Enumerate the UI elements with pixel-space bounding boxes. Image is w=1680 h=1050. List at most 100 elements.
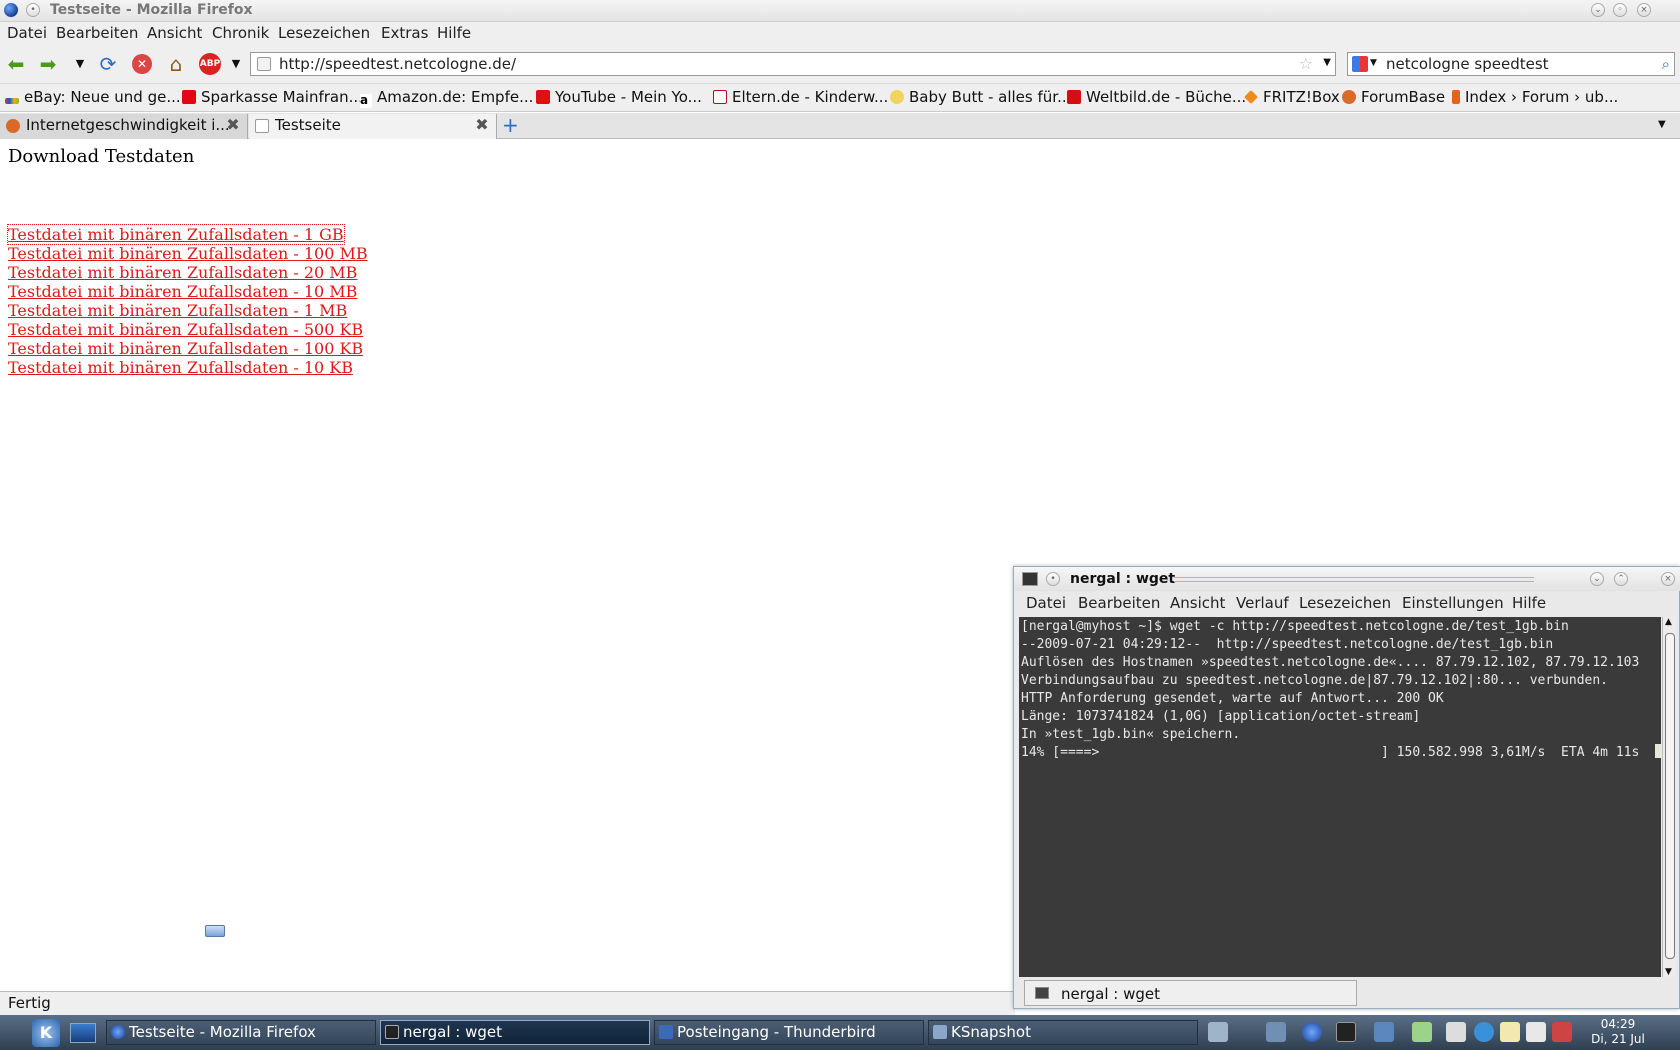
link-100mb[interactable]: Testdatei mit binären Zufallsdaten - 100… xyxy=(8,244,368,263)
notes-icon[interactable] xyxy=(1500,1022,1520,1042)
maximize-icon[interactable]: ⌃ xyxy=(1614,572,1628,586)
bookmark-youtube[interactable]: YouTube - Mein Yo... xyxy=(536,88,702,106)
bookmark-amazon[interactable]: a Amazon.de: Empfe... xyxy=(360,88,533,108)
bookmark-label: YouTube - Mein Yo... xyxy=(555,88,702,106)
tab-list-icon[interactable]: ▼ xyxy=(1658,119,1666,130)
bookmark-ebay[interactable]: eBay: Neue und ge... xyxy=(5,88,181,106)
menu-extras[interactable]: Extras xyxy=(381,24,428,42)
url-text[interactable]: http://speedtest.netcologne.de/ xyxy=(279,55,516,73)
stop-button[interactable]: ✕ xyxy=(130,52,154,76)
terminal-launcher-icon[interactable] xyxy=(1336,1022,1356,1042)
link-20mb[interactable]: Testdatei mit binären Zufallsdaten - 20 … xyxy=(8,263,357,282)
forward-button[interactable]: ➡ xyxy=(36,52,60,76)
terminal-scrollbar[interactable]: ▲ ▼ xyxy=(1662,617,1676,977)
close-icon[interactable]: × xyxy=(1637,3,1651,17)
monitor-icon[interactable] xyxy=(1552,1022,1572,1042)
tab-internetgeschwindigkeit[interactable]: Internetgeschwindigkeit i... ✖ xyxy=(0,114,248,139)
mail-icon[interactable] xyxy=(1266,1022,1286,1042)
terminal-line: --2009-07-21 04:29:12-- http://speedtest… xyxy=(1021,637,1554,652)
desktop-pager-icon[interactable] xyxy=(1208,1022,1228,1042)
sparkasse-icon xyxy=(182,90,196,104)
terminal-output[interactable]: [nergal@myhost ~]$ wget -c http://speedt… xyxy=(1019,617,1661,977)
konsole-menu-bearbeiten[interactable]: Bearbeiten xyxy=(1078,594,1160,612)
konsole-menu-datei[interactable]: Datei xyxy=(1026,594,1066,612)
adblock-dropdown-button[interactable]: ▼ xyxy=(224,52,248,76)
desktop-drive-icon[interactable] xyxy=(205,925,225,937)
konsole-menu-ansicht[interactable]: Ansicht xyxy=(1170,594,1225,612)
link-10mb[interactable]: Testdatei mit binären Zufallsdaten - 10 … xyxy=(8,282,357,301)
konsole-session-tab[interactable]: nergal : wget xyxy=(1024,980,1357,1006)
search-bar[interactable]: ▼ netcologne speedtest ⌕ xyxy=(1347,52,1675,76)
scroll-up-icon[interactable]: ▲ xyxy=(1665,617,1672,627)
search-engine-dropdown-icon[interactable]: ▼ xyxy=(1370,58,1377,68)
search-icon[interactable]: ⌕ xyxy=(1662,55,1670,73)
konsole-menu-hilfe[interactable]: Hilfe xyxy=(1512,594,1546,612)
bookmarks-toolbar: eBay: Neue und ge... Sparkasse Mainfran.… xyxy=(0,84,1680,112)
link-100kb[interactable]: Testdatei mit binären Zufallsdaten - 100… xyxy=(8,339,363,358)
bookmark-fritzbox[interactable]: FRITZ!Box xyxy=(1244,88,1340,106)
close-icon[interactable]: × xyxy=(1661,572,1675,586)
history-dropdown-button[interactable]: ▼ xyxy=(68,52,92,76)
home-button[interactable]: ⌂ xyxy=(164,52,188,76)
reload-button[interactable]: ⟳ xyxy=(96,52,120,76)
firefox-launcher-icon[interactable] xyxy=(1302,1022,1322,1042)
task-label: nergal : wget xyxy=(403,1023,503,1041)
tab-close-icon[interactable]: ✖ xyxy=(474,117,490,133)
bookmark-babybutt[interactable]: Baby Butt - alles für... xyxy=(890,88,1071,106)
menu-lesezeichen[interactable]: Lesezeichen xyxy=(278,24,370,42)
site-identity-icon[interactable] xyxy=(257,57,271,71)
url-dropdown-icon[interactable]: ▼ xyxy=(1323,57,1331,68)
google-search-engine-icon[interactable] xyxy=(1352,56,1368,72)
maximize-icon[interactable]: ◦ xyxy=(1613,3,1627,17)
window-menu-icon[interactable]: • xyxy=(1046,572,1060,586)
network-icon[interactable] xyxy=(1374,1022,1394,1042)
clipboard-icon[interactable] xyxy=(1412,1022,1432,1042)
menu-datei[interactable]: Datei xyxy=(7,24,47,42)
adblock-button[interactable]: ABP xyxy=(198,52,222,76)
task-ksnapshot[interactable]: KSnapshot xyxy=(928,1020,1198,1045)
menu-bearbeiten[interactable]: Bearbeiten xyxy=(56,24,138,42)
show-desktop-icon[interactable] xyxy=(70,1023,96,1043)
eltern-icon xyxy=(713,90,727,104)
terminal-line: HTTP Anforderung gesendet, warte auf Ant… xyxy=(1021,691,1444,706)
update-icon[interactable] xyxy=(1474,1022,1494,1042)
scrollbar-thumb[interactable] xyxy=(1665,633,1675,959)
window-menu-icon[interactable]: • xyxy=(26,3,40,17)
task-firefox[interactable]: Testseite - Mozilla Firefox xyxy=(106,1020,376,1045)
bookmark-star-icon[interactable]: ☆ xyxy=(1299,54,1313,73)
minimize-icon[interactable]: ⌄ xyxy=(1591,3,1605,17)
bookmark-sparkasse[interactable]: Sparkasse Mainfran... xyxy=(182,88,363,106)
menu-ansicht[interactable]: Ansicht xyxy=(147,24,202,42)
scroll-down-icon[interactable]: ▼ xyxy=(1665,967,1672,977)
menubar: Datei Bearbeiten Ansicht Chronik Lesezei… xyxy=(0,22,1680,44)
kde-menu-icon[interactable]: K xyxy=(32,1019,60,1047)
link-1gb[interactable]: Testdatei mit binären Zufallsdaten - 1 G… xyxy=(7,224,345,245)
konsole-menu-einstellungen[interactable]: Einstellungen xyxy=(1402,594,1504,612)
bookmark-label: Amazon.de: Empfe... xyxy=(377,88,534,106)
clock[interactable]: 04:29 Di, 21 Jul xyxy=(1588,1017,1648,1047)
new-tab-icon[interactable]: + xyxy=(502,115,519,135)
tab-close-icon[interactable]: ✖ xyxy=(225,117,241,133)
terminal-progress-line: 14% [====> ] 150.582.998 3,61M/s ETA 4m … xyxy=(1021,744,1661,762)
task-konsole[interactable]: nergal : wget xyxy=(380,1020,650,1045)
link-10kb[interactable]: Testdatei mit binären Zufallsdaten - 10 … xyxy=(8,358,353,377)
link-500kb[interactable]: Testdatei mit binären Zufallsdaten - 500… xyxy=(8,320,363,339)
task-thunderbird[interactable]: Posteingang - Thunderbird xyxy=(654,1020,924,1045)
menu-chronik[interactable]: Chronik xyxy=(212,24,269,42)
back-button[interactable]: ⬅ xyxy=(4,52,28,76)
link-1mb[interactable]: Testdatei mit binären Zufallsdaten - 1 M… xyxy=(8,301,347,320)
bookmark-eltern[interactable]: Eltern.de - Kinderw... xyxy=(713,88,888,106)
menu-hilfe[interactable]: Hilfe xyxy=(437,24,471,42)
search-input[interactable]: netcologne speedtest xyxy=(1386,55,1549,73)
bookmark-weltbild[interactable]: Weltbild.de - Büche... xyxy=(1067,88,1246,106)
minimize-icon[interactable]: ⌄ xyxy=(1590,572,1604,586)
device-icon[interactable] xyxy=(1526,1022,1546,1042)
tab-label: Testseite xyxy=(275,116,341,134)
bookmark-ubuntu-forum[interactable]: Index › Forum › ub... xyxy=(1452,88,1618,106)
konsole-menu-verlauf[interactable]: Verlauf xyxy=(1236,594,1289,612)
bookmark-forumbase[interactable]: ForumBase xyxy=(1342,88,1445,106)
konsole-menu-lesezeichen[interactable]: Lesezeichen xyxy=(1299,594,1391,612)
tab-testseite[interactable]: Testseite ✖ xyxy=(249,114,497,139)
volume-icon[interactable] xyxy=(1446,1022,1466,1042)
url-bar[interactable]: http://speedtest.netcologne.de/ ☆ ▼ xyxy=(250,52,1336,76)
